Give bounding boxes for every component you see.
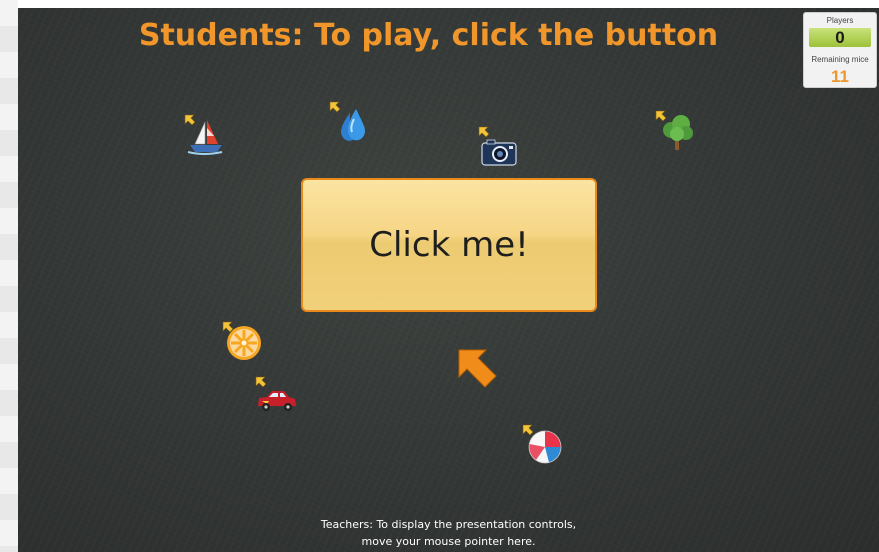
click-me-button[interactable]: Click me! xyxy=(301,178,597,312)
players-count: 0 xyxy=(809,28,871,47)
beach-ball-icon xyxy=(522,424,562,464)
mouse-camera xyxy=(478,126,520,172)
players-label: Players xyxy=(826,16,854,25)
mouse-tree xyxy=(655,110,697,158)
mouse-large-pointer xyxy=(458,349,498,393)
remaining-mice-label: Remaining mice xyxy=(811,55,869,64)
orange-slice-icon xyxy=(222,321,261,360)
left-edge-background xyxy=(0,0,18,552)
teacher-hint-line1: Teachers: To display the presentation co… xyxy=(320,518,577,531)
remaining-mice-count: 11 xyxy=(831,67,849,86)
mouse-water-drop xyxy=(329,101,369,149)
camera-icon xyxy=(478,126,517,166)
water-drop-icon xyxy=(329,101,365,141)
mouse-beach-ball xyxy=(522,424,564,470)
tree-icon xyxy=(655,110,693,150)
mouse-sailboat xyxy=(184,114,226,160)
car-icon xyxy=(255,376,296,411)
chalkboard: Students: To play, click the button Play… xyxy=(18,8,879,552)
mouse-orange xyxy=(222,321,264,367)
large-pointer-icon xyxy=(458,349,497,388)
sailboat-icon xyxy=(184,114,223,155)
page-title: Students: To play, click the button xyxy=(138,18,719,53)
teacher-hint[interactable]: Teachers: To display the presentation co… xyxy=(218,516,679,550)
teacher-hint-line2: move your mouse pointer here. xyxy=(361,535,536,548)
mouse-car xyxy=(255,376,299,420)
counter-panel: Players 0 Remaining mice 11 xyxy=(803,12,877,88)
